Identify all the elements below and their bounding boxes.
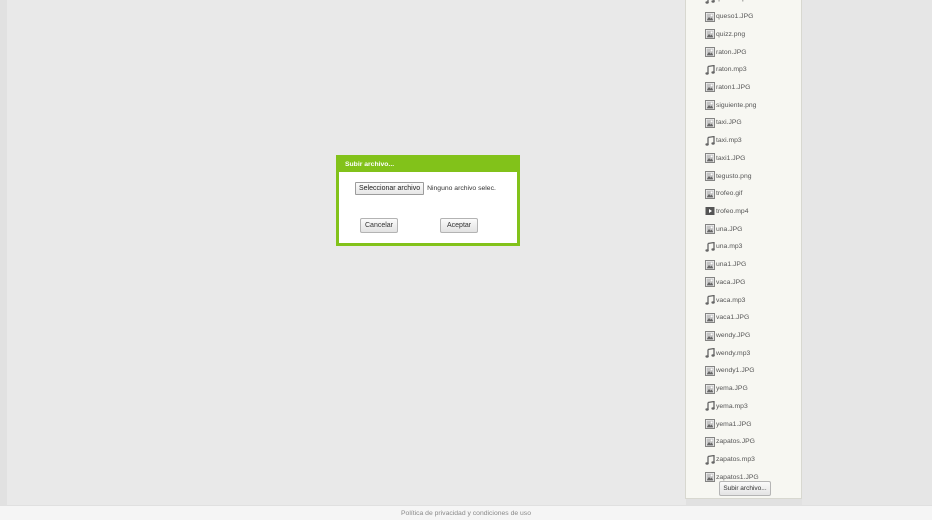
right-background [802,0,932,505]
media-item-label: vaca.JPG [716,278,746,286]
image-icon [705,47,715,57]
media-item[interactable]: taxi1.JPG [705,149,801,167]
media-item[interactable]: wendy.JPG [705,327,801,345]
footer: Política de privacidad y condiciones de … [0,505,932,520]
media-item[interactable]: yema1.JPG [705,415,801,433]
media-item[interactable]: trofeo.mp4 [705,203,801,221]
music-note-icon [705,454,715,465]
media-item[interactable]: vaca.JPG [705,274,801,292]
music-note-icon [705,0,715,4]
media-item[interactable]: una.JPG [705,220,801,238]
media-item-label: trofeo.mp4 [716,207,749,215]
image-icon [705,188,715,199]
image-icon [705,29,715,40]
media-item[interactable]: taxi.JPG [705,114,801,132]
media-item-label: yema.mp3 [716,402,748,410]
media-item-label: zapatos1.JPG [716,473,759,481]
privacy-policy-link[interactable]: Política de privacidad y condiciones de … [401,510,531,517]
media-item[interactable]: queso.mp3 [705,0,801,8]
media-item[interactable]: raton.mp3 [705,61,801,79]
media-item-label: queso1.JPG [716,13,754,21]
media-item-label: queso.mp3 [716,0,750,2]
media-item[interactable]: una1.JPG [705,256,801,274]
media-panel: queso.mp3 queso1.JPG quizz.png raton.JPG rat… [685,0,802,499]
upload-dialog: Subir archivo... Seleccionar archivo Nin… [336,155,520,246]
image-icon [705,100,715,111]
media-item[interactable]: queso1.JPG [705,8,801,26]
image-icon [705,419,715,430]
image-icon [705,472,715,483]
media-item[interactable]: siguiente.png [705,96,801,114]
music-note-icon [705,64,715,75]
image-icon [705,277,715,288]
image-icon [705,153,715,164]
media-item[interactable]: trofeo.gif [705,185,801,203]
image-icon [705,259,715,270]
media-item-label: zapatos.JPG [716,438,755,446]
music-note-icon [705,135,715,146]
media-item-label: yema1.JPG [716,420,752,428]
image-icon [705,82,715,93]
media-item[interactable]: zapatos.JPG [705,433,801,451]
media-item-label: yema.JPG [716,385,748,393]
file-input-row: Seleccionar archivo Ninguno archivo sele… [355,182,496,195]
video-icon [705,206,715,216]
media-item-label: tegusto.png [716,172,752,180]
image-icon [705,330,715,341]
music-note-icon [705,294,715,305]
media-item[interactable]: quizz.png [705,25,801,43]
media-item[interactable]: tegusto.png [705,167,801,185]
media-item-label: raton.mp3 [716,66,747,74]
image-icon [705,117,715,128]
media-item-label: zapatos.mp3 [716,456,755,464]
media-item-label: raton.JPG [716,48,747,56]
media-item[interactable]: vaca.mp3 [705,291,801,309]
image-icon [705,366,715,376]
accept-button[interactable]: Aceptar [440,218,479,233]
media-item[interactable]: raton1.JPG [705,79,801,97]
media-item-label: una.mp3 [716,243,743,251]
image-icon [705,171,715,181]
music-note-icon [705,401,715,412]
media-item[interactable]: yema.mp3 [705,398,801,416]
media-item[interactable]: raton.JPG [705,43,801,61]
media-item-label: quizz.png [716,30,746,38]
media-item-label: una1.JPG [716,261,747,269]
cancel-button[interactable]: Cancelar [360,218,399,233]
select-file-button[interactable]: Seleccionar archivo [355,182,425,195]
image-icon [705,224,715,235]
image-icon [705,383,715,394]
media-item-label: vaca1.JPG [716,314,750,322]
media-item-label: wendy.JPG [716,332,751,340]
media-item[interactable]: vaca1.JPG [705,309,801,327]
media-item-label: trofeo.gif [716,190,743,198]
upload-file-button[interactable]: Subir archivo... [719,481,771,496]
image-icon [705,436,715,447]
media-item[interactable]: zapatos.mp3 [705,451,801,469]
music-note-icon [705,347,715,358]
media-item[interactable]: wendy.mp3 [705,344,801,362]
media-item[interactable]: yema.JPG [705,380,801,398]
media-item-label: raton1.JPG [716,83,751,91]
media-item-label: taxi.JPG [716,119,742,127]
media-item-label: taxi1.JPG [716,154,746,162]
media-item[interactable]: una.mp3 [705,238,801,256]
image-icon [705,11,715,22]
workspace-background [7,0,686,505]
dialog-title: Subir archivo... [339,158,517,172]
media-item-label: una.JPG [716,225,743,233]
file-status-text: Ninguno archivo selec. [427,185,496,192]
media-item[interactable]: taxi.mp3 [705,132,801,150]
media-item[interactable]: wendy1.JPG [705,362,801,380]
media-item-label: siguiente.png [716,101,757,109]
media-item-label: vaca.mp3 [716,296,746,304]
media-item-label: taxi.mp3 [716,137,742,145]
media-item-label: wendy.mp3 [716,349,751,357]
music-note-icon [705,241,715,252]
media-list: queso.mp3 queso1.JPG quizz.png raton.JPG rat… [705,0,801,486]
image-icon [705,312,715,323]
media-item-label: wendy1.JPG [716,367,755,375]
